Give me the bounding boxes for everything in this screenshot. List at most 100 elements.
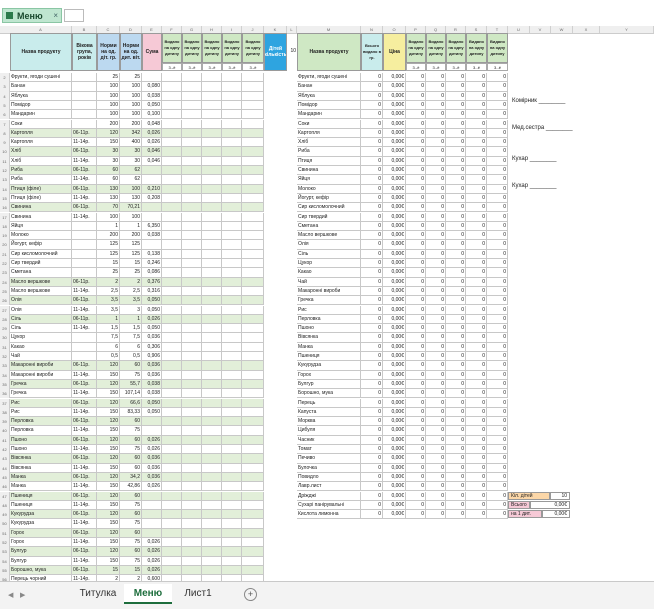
right-total-issued[interactable]: 0 [361,361,383,371]
left-norm-child[interactable]: 150 [97,370,120,380]
right-issued-cell[interactable]: 0 [426,324,446,334]
right-issued-cell[interactable]: 0 [406,82,426,92]
left-issued-cell[interactable] [182,193,202,204]
left-product-name[interactable]: Картопля [10,128,72,139]
left-issued-cell[interactable] [202,398,222,408]
right-issued-cell[interactable]: 0 [426,296,446,306]
right-total-issued[interactable]: 0 [361,110,383,120]
right-total-issued[interactable]: 0 [361,389,383,399]
left-issued-cell[interactable] [222,454,242,464]
left-issued-cell[interactable] [242,314,264,325]
left-issued-cell[interactable] [222,296,242,306]
right-product-name[interactable]: Манка [297,342,361,352]
left-issued-cell[interactable] [182,259,202,269]
left-issued-cell[interactable] [182,510,202,520]
right-issued-cell[interactable]: 0 [446,491,466,501]
right-issued-cell[interactable]: 0 [487,156,508,166]
left-issued-cell[interactable] [222,119,242,129]
left-norm-adult[interactable]: 83,33 [120,407,142,418]
row-number[interactable]: 50 [0,519,10,529]
right-total-issued[interactable]: 0 [361,212,383,222]
left-age-group[interactable]: 11-14р. [72,519,97,529]
right-total-issued[interactable]: 0 [361,454,383,464]
left-issued-cell[interactable] [202,166,222,176]
left-issued-cell[interactable] [242,556,264,566]
left-issued-cell[interactable] [182,445,202,455]
row-number[interactable]: 3 [0,82,10,92]
sheet-tab-3[interactable]: Лист1 [172,584,224,604]
left-issued-cell[interactable] [182,352,202,362]
right-issued-cell[interactable]: 0 [487,221,508,232]
right-issued-cell[interactable]: 0 [446,333,466,343]
left-issued-cell[interactable] [182,454,202,464]
left-age-group[interactable]: 11-14р. [72,324,97,334]
left-issued-cell[interactable] [222,491,242,501]
left-issued-cell[interactable] [222,565,242,576]
left-issued-cell[interactable] [222,435,242,445]
left-sum[interactable]: 0,086 [142,268,162,278]
right-issued-cell[interactable]: 0 [406,407,426,418]
left-issued-cell[interactable] [162,128,182,139]
left-age-group[interactable]: 06-11р. [72,277,97,287]
left-issued-cell[interactable] [162,556,182,566]
left-issued-cell[interactable] [182,100,202,111]
row-number[interactable]: 16 [0,203,10,213]
left-norm-adult[interactable]: 100 [120,184,142,194]
left-age-group[interactable] [72,268,97,278]
left-issued-cell[interactable] [222,268,242,278]
left-sum[interactable]: 0,046 [142,156,162,166]
left-issued-cell[interactable] [242,138,264,148]
left-product-name[interactable]: Свинина [10,212,72,222]
right-issued-cell[interactable]: 0 [446,398,466,408]
left-norm-adult[interactable]: 6 [120,342,142,352]
right-issued-cell[interactable]: 0 [426,166,446,176]
left-product-name[interactable]: Молоко [10,231,72,241]
left-issued-cell[interactable] [162,407,182,418]
left-issued-cell[interactable] [222,472,242,483]
column-letter[interactable]: O [383,26,406,33]
right-issued-cell[interactable]: 0 [406,305,426,315]
left-issued-cell[interactable] [202,407,222,418]
row-number[interactable]: 27 [0,305,10,315]
left-norm-adult[interactable]: 1,5 [120,324,142,334]
right-issued-cell[interactable]: 0 [446,203,466,213]
left-issued-cell[interactable] [162,314,182,325]
left-age-group[interactable]: 06-11р. [72,565,97,576]
left-issued-cell[interactable] [242,519,264,529]
right-price[interactable]: 0,00€ [383,370,406,380]
right-issued-cell[interactable]: 0 [487,193,508,204]
left-issued-cell[interactable] [162,370,182,380]
left-age-group[interactable]: 11-14р. [72,156,97,166]
left-issued-cell[interactable] [162,500,182,511]
left-issued-cell[interactable] [162,286,182,297]
right-issued-cell[interactable]: 0 [426,147,446,157]
left-issued-cell[interactable] [162,435,182,445]
left-issued-cell[interactable] [182,407,202,418]
left-norm-child[interactable]: 120 [97,510,120,520]
left-sum[interactable]: 0,026 [142,565,162,576]
left-issued-cell[interactable] [222,538,242,548]
left-issued-cell[interactable] [242,286,264,297]
right-issued-cell[interactable]: 0 [466,454,487,464]
right-product-name[interactable]: Банан [297,82,361,92]
right-issued-cell[interactable]: 0 [466,361,487,371]
left-sum[interactable]: 0,210 [142,184,162,194]
left-issued-cell[interactable] [182,379,202,390]
left-issued-cell[interactable] [162,147,182,157]
right-price[interactable]: 0,00€ [383,100,406,111]
left-norm-child[interactable]: 150 [97,538,120,548]
row-number[interactable]: 33 [0,361,10,371]
right-total-issued[interactable]: 0 [361,286,383,297]
left-norm-child[interactable]: 150 [97,556,120,566]
right-price[interactable]: 0,00€ [383,398,406,408]
left-norm-adult[interactable]: 15 [120,259,142,269]
left-issued-cell[interactable] [162,166,182,176]
right-product-name[interactable]: Перловка [297,314,361,325]
left-issued-cell[interactable] [202,426,222,436]
left-product-name[interactable]: Перловка [10,417,72,427]
right-issued-cell[interactable]: 0 [426,510,446,520]
left-age-group[interactable] [72,100,97,111]
right-issued-cell[interactable]: 0 [406,500,426,511]
left-product-name[interactable]: Олія [10,296,72,306]
left-issued-cell[interactable] [222,193,242,204]
